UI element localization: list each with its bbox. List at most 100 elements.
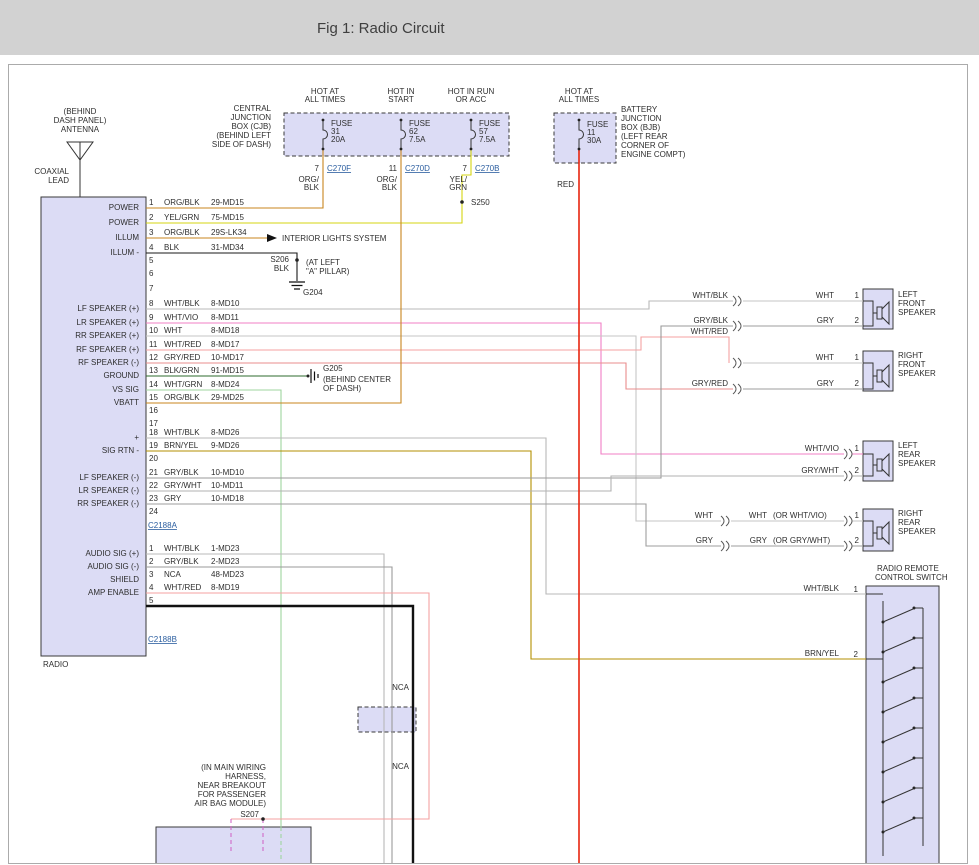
inline-connector-box <box>358 707 416 732</box>
radio-pin-a-wire-color: WHT/RED <box>164 340 202 349</box>
interior-lights-label: INTERIOR LIGHTS SYSTEM <box>282 234 387 243</box>
radio-pin-a-circuit: 10-MD17 <box>211 353 244 362</box>
cjb-name-2: JUNCTION <box>231 113 272 122</box>
radio-pin-a-number: 4 <box>149 243 154 252</box>
g205-location-2: OF DASH) <box>323 384 362 393</box>
wire-alt-color-label: (OR GRY/WHT) <box>773 536 831 545</box>
connector-c2188a[interactable]: C2188A <box>148 521 178 530</box>
inline-connector-icon <box>849 449 852 459</box>
cjb-name-3: BOX (CJB) <box>231 122 271 131</box>
antenna-location-1: (BEHIND <box>64 107 97 116</box>
wire-color-label: GRY/BLK <box>693 316 728 325</box>
radio-pin-b-wire-color: WHT/BLK <box>164 544 200 553</box>
inline-connector-icon <box>733 296 736 306</box>
wire-color-label: WHT/RED <box>691 327 729 336</box>
inline-connector-icon <box>849 541 852 551</box>
wire-color-label: WHT <box>816 353 834 362</box>
splice-s207-dot <box>261 817 265 821</box>
inline-connector-icon <box>721 541 724 551</box>
s207-location-5: AIR BAG MODULE) <box>194 799 266 808</box>
cjb-name-4: (BEHIND LEFT <box>216 131 271 140</box>
radio-pin-b-function: AMP ENABLE <box>88 588 139 597</box>
radio-pin-a-number: 13 <box>149 366 158 375</box>
radio-pin-a-wire-color: ORG/BLK <box>164 198 200 207</box>
radio-pin-b-circuit: 1-MD23 <box>211 544 240 553</box>
radio-pin-a-circuit: 10-MD18 <box>211 494 244 503</box>
inline-connector-icon <box>726 516 729 526</box>
radio-pin-a-circuit: 10-MD11 <box>211 481 244 490</box>
speaker-name: RIGHT <box>898 509 923 518</box>
radio-pin-a-function: RF SPEAKER (-) <box>78 358 139 367</box>
radio-pin-a-wire-color: BRN/YEL <box>164 441 199 450</box>
speaker-name: REAR <box>898 518 920 527</box>
radio-pin-a-circuit: 8-MD26 <box>211 428 240 437</box>
speaker-name: FRONT <box>898 360 926 369</box>
inline-connector-icon <box>738 384 741 394</box>
radio-pin-a-number: 9 <box>149 313 154 322</box>
radio-pin-a-circuit: 91-MD15 <box>211 366 244 375</box>
coaxial-label-2: LEAD <box>48 176 69 185</box>
inline-connector-icon <box>738 358 741 368</box>
radio-pin-a-function: LR SPEAKER (-) <box>79 486 140 495</box>
speaker-pin: 1 <box>855 511 860 520</box>
radio-pin-a-function: VS SIG <box>112 385 139 394</box>
speaker-pin: 2 <box>855 316 860 325</box>
s207-location-3: NEAR BREAKOUT <box>198 781 267 790</box>
speaker-pin: 1 <box>855 444 860 453</box>
radio-pin-a-circuit: 31-MD34 <box>211 243 244 252</box>
radio-pin-a-number: 1 <box>149 198 154 207</box>
radio-pin-a-wire-color: GRY <box>164 494 182 503</box>
radio-pin-a-function: ILLUM <box>115 233 139 242</box>
wire-alt-color-label: (OR WHT/VIO) <box>773 511 827 520</box>
inline-connector-icon <box>844 449 847 459</box>
radio-pin-a-wire-color: WHT <box>164 326 182 335</box>
splice-s206-label: S206 <box>270 255 289 264</box>
radio-pin-a-circuit: 29-MD25 <box>211 393 244 402</box>
radio-pin-a-number: 16 <box>149 406 158 415</box>
radio-pin-a-function: POWER <box>109 203 139 212</box>
radio-pin-a-number: 23 <box>149 494 158 503</box>
radio-pin-a-function: RF SPEAKER (+) <box>76 345 139 354</box>
connector-c270b[interactable]: C270B <box>475 164 499 173</box>
radio-pin-b-number: 3 <box>149 570 154 579</box>
g204-location-1: (AT LEFT <box>306 258 340 267</box>
bjb-name-5: CORNER OF <box>621 141 669 150</box>
connector-c2188b[interactable]: C2188B <box>148 635 177 644</box>
speaker-name: SPEAKER <box>898 369 936 378</box>
radio-pin-a-function: ILLUM - <box>111 248 140 257</box>
s207-location-1: (IN MAIN WIRING <box>201 763 266 772</box>
bjb-name-4: (LEFT REAR <box>621 132 668 141</box>
radio-pin-a-number: 19 <box>149 441 158 450</box>
radio-pin-a-circuit: 8-MD11 <box>211 313 239 322</box>
radio-pin-a-function: LF SPEAKER (+) <box>77 304 139 313</box>
fuse-rating: 30A <box>587 136 602 145</box>
speaker-name: SPEAKER <box>898 527 936 536</box>
wire-color-label: WHT/BLK <box>803 584 839 593</box>
inline-connector-icon <box>849 516 852 526</box>
radio-pin-a-circuit: 8-MD24 <box>211 380 240 389</box>
wire-color-label: BLK <box>382 183 398 192</box>
radio-label: RADIO <box>43 660 68 669</box>
splice-s250-dot <box>460 200 464 204</box>
radio-pin-a-wire-color: ORG/BLK <box>164 228 200 237</box>
remote-switch-pin: 2 <box>854 650 859 659</box>
fuse-terminal-dot <box>400 119 403 122</box>
radio-pin-a-function: RR SPEAKER (+) <box>75 331 139 340</box>
connector-c270d[interactable]: C270D <box>405 164 430 173</box>
hot-label: START <box>388 95 414 104</box>
radio-pin-b-wire-color: WHT/RED <box>164 583 202 592</box>
fuse-terminal-dot <box>400 148 403 151</box>
wire-color-label: WHT <box>816 291 834 300</box>
figure-title-bar: Fig 1: Radio Circuit <box>0 0 979 55</box>
radio-pin-a-circuit: 75-MD15 <box>211 213 244 222</box>
nca-lower-label: NCA <box>392 762 410 771</box>
wire-color-label: GRY <box>817 379 835 388</box>
fuse-rating: 20A <box>331 135 346 144</box>
radio-circuit-diagram: (BEHIND DASH PANEL) ANTENNA COAXIAL LEAD… <box>9 65 968 864</box>
radio-pin-a-number: 7 <box>149 284 154 293</box>
wire-color-label-red: RED <box>557 180 574 189</box>
radio-pin-a-wire-color: GRY/RED <box>164 353 201 362</box>
generated-layer: 1ORG/BLK29-MD15POWER2YEL/GRN75-MD15POWER… <box>75 198 923 856</box>
fuse-terminal-dot <box>322 148 325 151</box>
connector-c270f[interactable]: C270F <box>327 164 351 173</box>
